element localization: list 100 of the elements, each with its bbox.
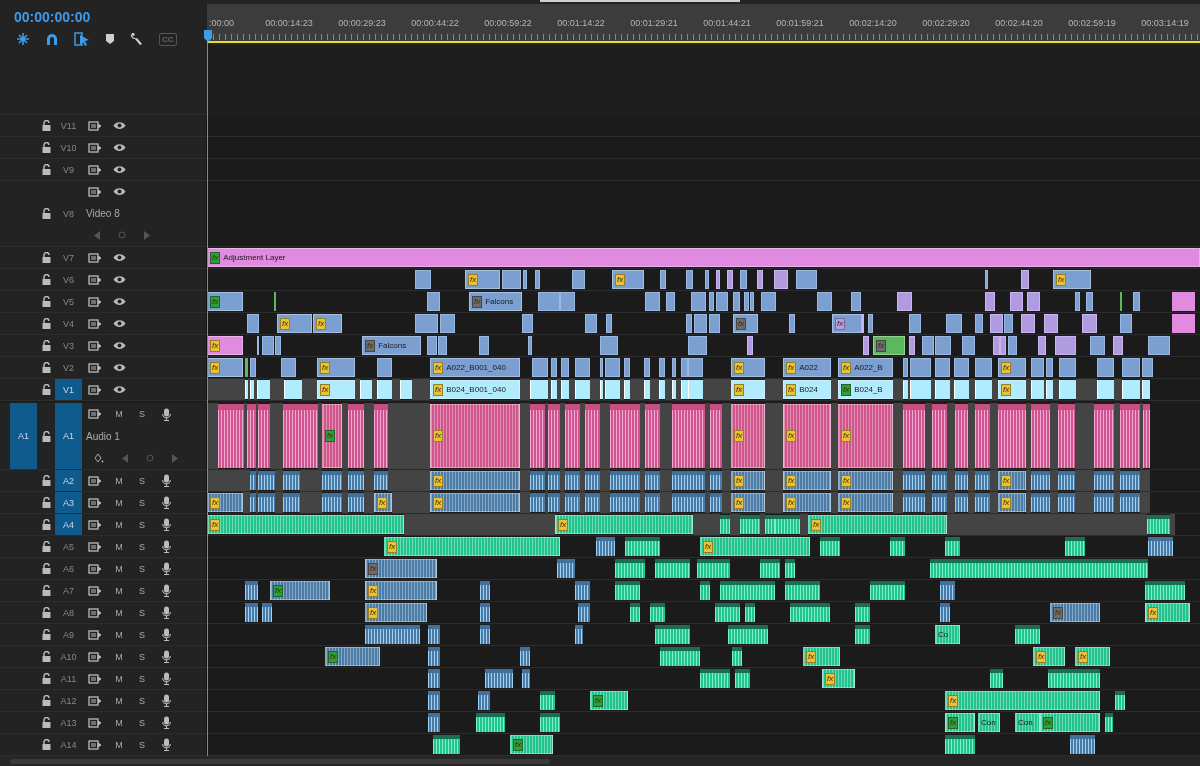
audio-clip[interactable]: fx bbox=[207, 493, 243, 512]
mute-button[interactable]: M bbox=[115, 651, 123, 662]
audio-clip[interactable]: fx bbox=[510, 735, 553, 754]
audio-clip[interactable]: fx bbox=[430, 404, 520, 468]
video-clip[interactable]: fx bbox=[313, 314, 342, 333]
video-clip[interactable]: fx Falcons bbox=[362, 336, 421, 355]
track-target[interactable]: V8 bbox=[55, 181, 82, 246]
video-clip[interactable]: fx Falcons bbox=[469, 292, 522, 311]
timecode[interactable]: 00:00:00:00 bbox=[14, 10, 207, 24]
audio-clip[interactable]: fx bbox=[322, 404, 342, 468]
track-target[interactable]: A8 bbox=[55, 602, 82, 623]
video-clip[interactable]: fx Adjustment Layer bbox=[207, 248, 1200, 267]
audio-clip[interactable]: fx bbox=[555, 515, 693, 534]
solo-button[interactable]: S bbox=[139, 409, 145, 419]
track-name[interactable]: Video 8 bbox=[86, 208, 120, 219]
mute-button[interactable]: M bbox=[115, 409, 123, 419]
solo-button[interactable]: S bbox=[139, 475, 145, 486]
video-clip[interactable]: fx A022_B001_040 bbox=[430, 358, 520, 377]
track-name[interactable]: Audio 1 bbox=[86, 430, 120, 442]
audio-clip[interactable]: fx bbox=[731, 493, 765, 512]
track-target[interactable]: V7 bbox=[55, 247, 82, 268]
track-target[interactable]: A4 bbox=[55, 514, 82, 535]
solo-button[interactable]: S bbox=[139, 519, 145, 530]
track-target[interactable]: A13 bbox=[55, 712, 82, 733]
audio-clip[interactable]: fx bbox=[783, 493, 831, 512]
mute-button[interactable]: M bbox=[115, 739, 123, 750]
audio-clip[interactable]: fx bbox=[1040, 713, 1100, 732]
audio-clip[interactable]: Con bbox=[978, 713, 1000, 732]
track-target[interactable]: V5 bbox=[55, 291, 82, 312]
track-target[interactable]: A1 bbox=[55, 403, 82, 469]
audio-clip[interactable]: fx bbox=[822, 669, 855, 688]
audio-clip[interactable]: fx bbox=[838, 471, 893, 490]
audio-clip[interactable]: fx bbox=[1145, 603, 1190, 622]
mute-button[interactable]: M bbox=[115, 475, 123, 486]
video-clip[interactable]: fx bbox=[998, 358, 1026, 377]
audio-clip[interactable]: fx bbox=[998, 493, 1026, 512]
solo-button[interactable]: S bbox=[139, 563, 145, 574]
audio-clip[interactable]: fx bbox=[803, 647, 840, 666]
audio-clip[interactable]: fx bbox=[365, 581, 437, 600]
track-target[interactable]: A2 bbox=[55, 470, 82, 491]
mute-button[interactable]: M bbox=[115, 563, 123, 574]
video-clip[interactable]: fx B024_B001_040 bbox=[430, 380, 520, 399]
track-target[interactable]: V4 bbox=[55, 313, 82, 334]
solo-button[interactable]: S bbox=[139, 607, 145, 618]
track-target[interactable]: V3 bbox=[55, 335, 82, 356]
track-target[interactable]: A12 bbox=[55, 690, 82, 711]
track-target[interactable]: V2 bbox=[55, 357, 82, 378]
video-clip[interactable]: fx bbox=[832, 314, 862, 333]
audio-clip[interactable]: fx bbox=[430, 471, 520, 490]
audio-clip[interactable]: fx bbox=[1075, 647, 1110, 666]
solo-button[interactable]: S bbox=[139, 497, 145, 508]
video-clip[interactable]: fx bbox=[207, 336, 243, 355]
video-clip[interactable]: fx bbox=[731, 358, 765, 377]
audio-clip[interactable]: fx bbox=[430, 493, 520, 512]
audio-clip[interactable]: fx bbox=[838, 404, 893, 468]
solo-button[interactable]: S bbox=[139, 629, 145, 640]
solo-button[interactable]: S bbox=[139, 585, 145, 596]
track-target[interactable]: A6 bbox=[55, 558, 82, 579]
audio-clip[interactable]: fx bbox=[325, 647, 380, 666]
track-target[interactable]: A11 bbox=[55, 668, 82, 689]
mute-button[interactable]: M bbox=[115, 717, 123, 728]
audio-clip[interactable]: fx bbox=[374, 493, 392, 512]
video-clip[interactable]: fx A022_B bbox=[838, 358, 893, 377]
audio-clip[interactable]: fx bbox=[731, 471, 765, 490]
audio-clip[interactable]: fx bbox=[808, 515, 947, 534]
audio-clip[interactable]: fx bbox=[945, 691, 1100, 710]
video-clip[interactable]: fx bbox=[731, 380, 765, 399]
mute-button[interactable]: M bbox=[115, 629, 123, 640]
video-clip[interactable]: fx bbox=[465, 270, 500, 289]
video-clip[interactable]: fx B024 bbox=[783, 380, 831, 399]
audio-clip[interactable]: Co bbox=[935, 625, 960, 644]
mute-button[interactable]: M bbox=[115, 585, 123, 596]
audio-clip[interactable]: fx bbox=[270, 581, 330, 600]
audio-clip[interactable]: fx bbox=[700, 537, 810, 556]
video-clip[interactable]: fx B024_B bbox=[838, 380, 893, 399]
track-target[interactable]: A14 bbox=[55, 734, 82, 755]
video-clip[interactable]: fx bbox=[1053, 270, 1091, 289]
track-target[interactable]: V11 bbox=[55, 115, 82, 136]
track-target[interactable]: A7 bbox=[55, 580, 82, 601]
mute-button[interactable]: M bbox=[115, 541, 123, 552]
audio-clip[interactable]: Con bbox=[1015, 713, 1040, 732]
mute-button[interactable]: M bbox=[115, 519, 123, 530]
track-target[interactable]: V9 bbox=[55, 159, 82, 180]
video-clip[interactable]: fx bbox=[317, 380, 355, 399]
track-target[interactable]: A5 bbox=[55, 536, 82, 557]
audio-clip[interactable]: fx bbox=[384, 537, 560, 556]
video-clip[interactable]: fx bbox=[612, 270, 644, 289]
solo-button[interactable]: S bbox=[139, 695, 145, 706]
solo-button[interactable]: S bbox=[139, 541, 145, 552]
video-clip[interactable]: fx bbox=[317, 358, 355, 377]
track-target[interactable]: V6 bbox=[55, 269, 82, 290]
solo-button[interactable]: S bbox=[139, 673, 145, 684]
time-ruler[interactable]: :00:00 00:00:14:23 00:00:29:23 00:00:44:22 00:00:59:22 00:01:14:22 00:01:29:21 00:01:44:21 00:01:59:21 00:02:14:20 00:02:29:20 00:02:44:20 00:02:59:19 00:03:14:19 bbox=[207, 4, 1200, 43]
mute-button[interactable]: M bbox=[115, 607, 123, 618]
video-clip[interactable]: fx bbox=[277, 314, 312, 333]
solo-button[interactable]: S bbox=[139, 651, 145, 662]
audio-clip[interactable]: fx bbox=[1033, 647, 1065, 666]
track-target[interactable]: A3 bbox=[55, 492, 82, 513]
audio-clip[interactable]: fx bbox=[207, 515, 404, 534]
solo-button[interactable]: S bbox=[139, 739, 145, 750]
